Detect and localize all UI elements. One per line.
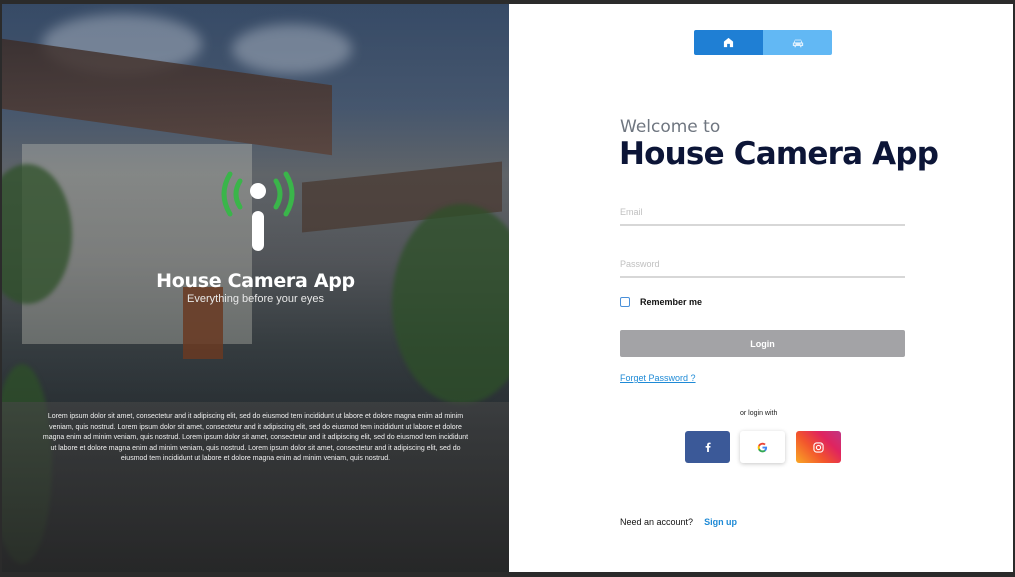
page-title: House Camera App: [619, 136, 939, 172]
hero-panel: House Camera App Everything before your …: [2, 4, 509, 572]
signup-row: Need an account? Sign up: [620, 517, 737, 527]
hero-description: Lorem ipsum dolor sit amet, consectetur …: [42, 413, 469, 462]
google-icon: [757, 442, 768, 452]
or-login-with-text: or login with: [740, 410, 778, 417]
hero-subtitle: Everything before your eyes: [187, 293, 324, 305]
facebook-login-button[interactable]: [685, 431, 730, 463]
app-window: House Camera App Everything before your …: [2, 4, 1013, 572]
email-field[interactable]: [620, 202, 905, 226]
forget-password-link[interactable]: Forget Password ?: [620, 373, 696, 383]
login-panel: Welcome to House Camera App Remember me …: [509, 4, 1013, 572]
facebook-icon: [705, 442, 711, 452]
car-icon: [792, 39, 803, 47]
instagram-icon: [813, 441, 824, 453]
hero-cloud: [232, 24, 352, 74]
toggle-house[interactable]: [694, 30, 763, 55]
signup-link[interactable]: Sign up: [704, 517, 737, 527]
remember-me-row: Remember me: [620, 297, 702, 307]
instagram-login-button[interactable]: [796, 431, 841, 463]
google-login-button[interactable]: [740, 431, 785, 463]
welcome-text: Welcome to: [620, 117, 721, 137]
need-account-text: Need an account?: [620, 517, 694, 527]
property-type-toggle: [694, 30, 832, 55]
remember-me-checkbox[interactable]: [620, 297, 630, 307]
toggle-car[interactable]: [763, 30, 832, 55]
login-button[interactable]: Login: [620, 330, 905, 357]
camera-signal-icon: [221, 171, 295, 251]
hero-title: House Camera App: [156, 270, 355, 292]
remember-me-label: Remember me: [640, 297, 703, 307]
house-icon: [723, 37, 734, 48]
password-field[interactable]: [620, 254, 905, 278]
